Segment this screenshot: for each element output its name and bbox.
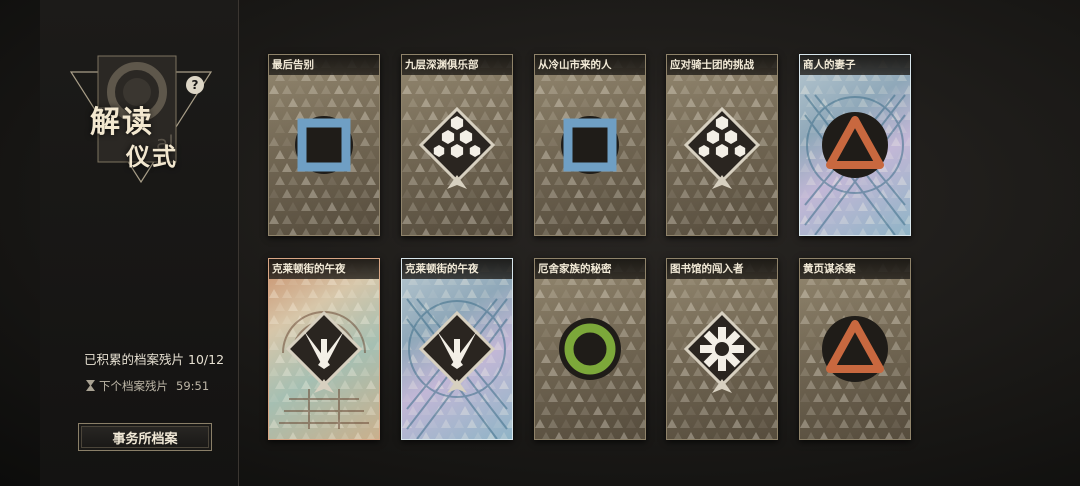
case-card-title: 黄页谋杀案 [800,259,910,279]
hexagon-cluster-icon [683,106,761,189]
case-card-title: 商人的妻子 [800,55,910,75]
triangle-icon [804,94,906,235]
case-card[interactable]: 商人的妻子 [799,54,911,236]
square-icon [561,116,619,174]
case-card-title: 图书馆的闯入者 [667,259,777,279]
case-card-title: 克莱顿街的午夜 [269,259,379,279]
case-card[interactable]: 最后告别 [268,54,380,236]
case-card-title: 克莱顿街的午夜 [402,259,512,279]
agency-archive-button[interactable]: 事务所档案 [78,423,212,451]
case-card[interactable]: 图书馆的闯入者 [666,258,778,440]
case-card-title: 九层深渊俱乐部 [402,55,512,75]
fragment-progress: 已积累的档案残片 10/12 [84,349,224,368]
fragment-timer-value: 59:51 [176,379,210,393]
page-subtitle: 仪式 [126,142,178,171]
case-card-title: 从冷山市来的人 [535,55,645,75]
page-title: 解读 [90,105,154,140]
crossed-blades-icon [406,298,508,439]
fragment-timer: 下个档案残片 59:51 [86,378,209,394]
snowflake-badge-icon [683,310,761,393]
crossed-blades-icon [279,310,369,429]
case-card[interactable]: 应对骑士团的挑战 [666,54,778,236]
hexagon-cluster-icon [418,106,496,189]
case-card-title: 最后告别 [269,55,379,75]
fragment-progress-count: 10/12 [188,352,225,367]
case-card[interactable]: 克莱顿街的午夜 [268,258,380,440]
help-icon[interactable]: ? [186,76,204,94]
case-card-title: 厄舍家族的秘密 [535,259,645,279]
ring-icon [559,318,621,380]
hourglass-icon [86,380,95,391]
case-card[interactable]: 厄舍家族的秘密 [534,258,646,440]
fragment-timer-label: 下个档案残片 [99,379,168,393]
case-card[interactable]: 从冷山市来的人 [534,54,646,236]
square-icon [295,116,353,174]
case-card[interactable]: 黄页谋杀案 [799,258,911,440]
case-card-title: 应对骑士团的挑战 [667,55,777,75]
case-card[interactable]: 克莱顿街的午夜 [401,258,513,440]
triangle-icon [822,316,888,382]
fragment-progress-label: 已积累的档案残片 [84,352,185,367]
case-card[interactable]: 九层深渊俱乐部 [401,54,513,236]
